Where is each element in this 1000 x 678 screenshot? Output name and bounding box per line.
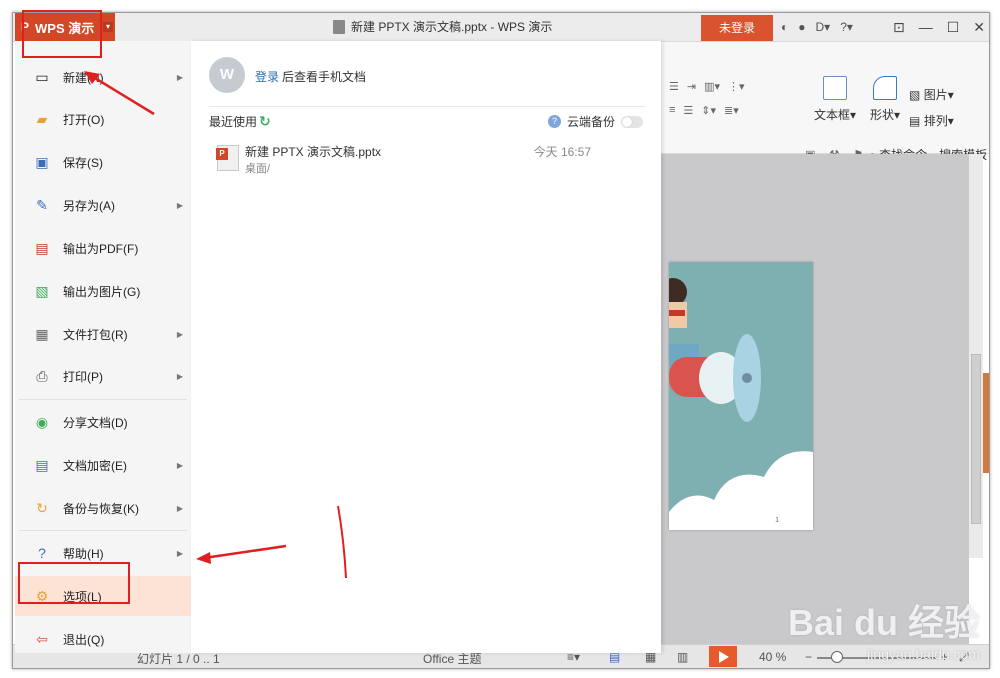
- baidu-watermark: Bai du 经验 jingyan.baidu.com: [788, 594, 980, 662]
- annotation-arrows: [84, 71, 347, 579]
- watermark-brand: Bai du 经验: [787, 602, 980, 643]
- watermark-url: jingyan.baidu.com: [867, 646, 980, 662]
